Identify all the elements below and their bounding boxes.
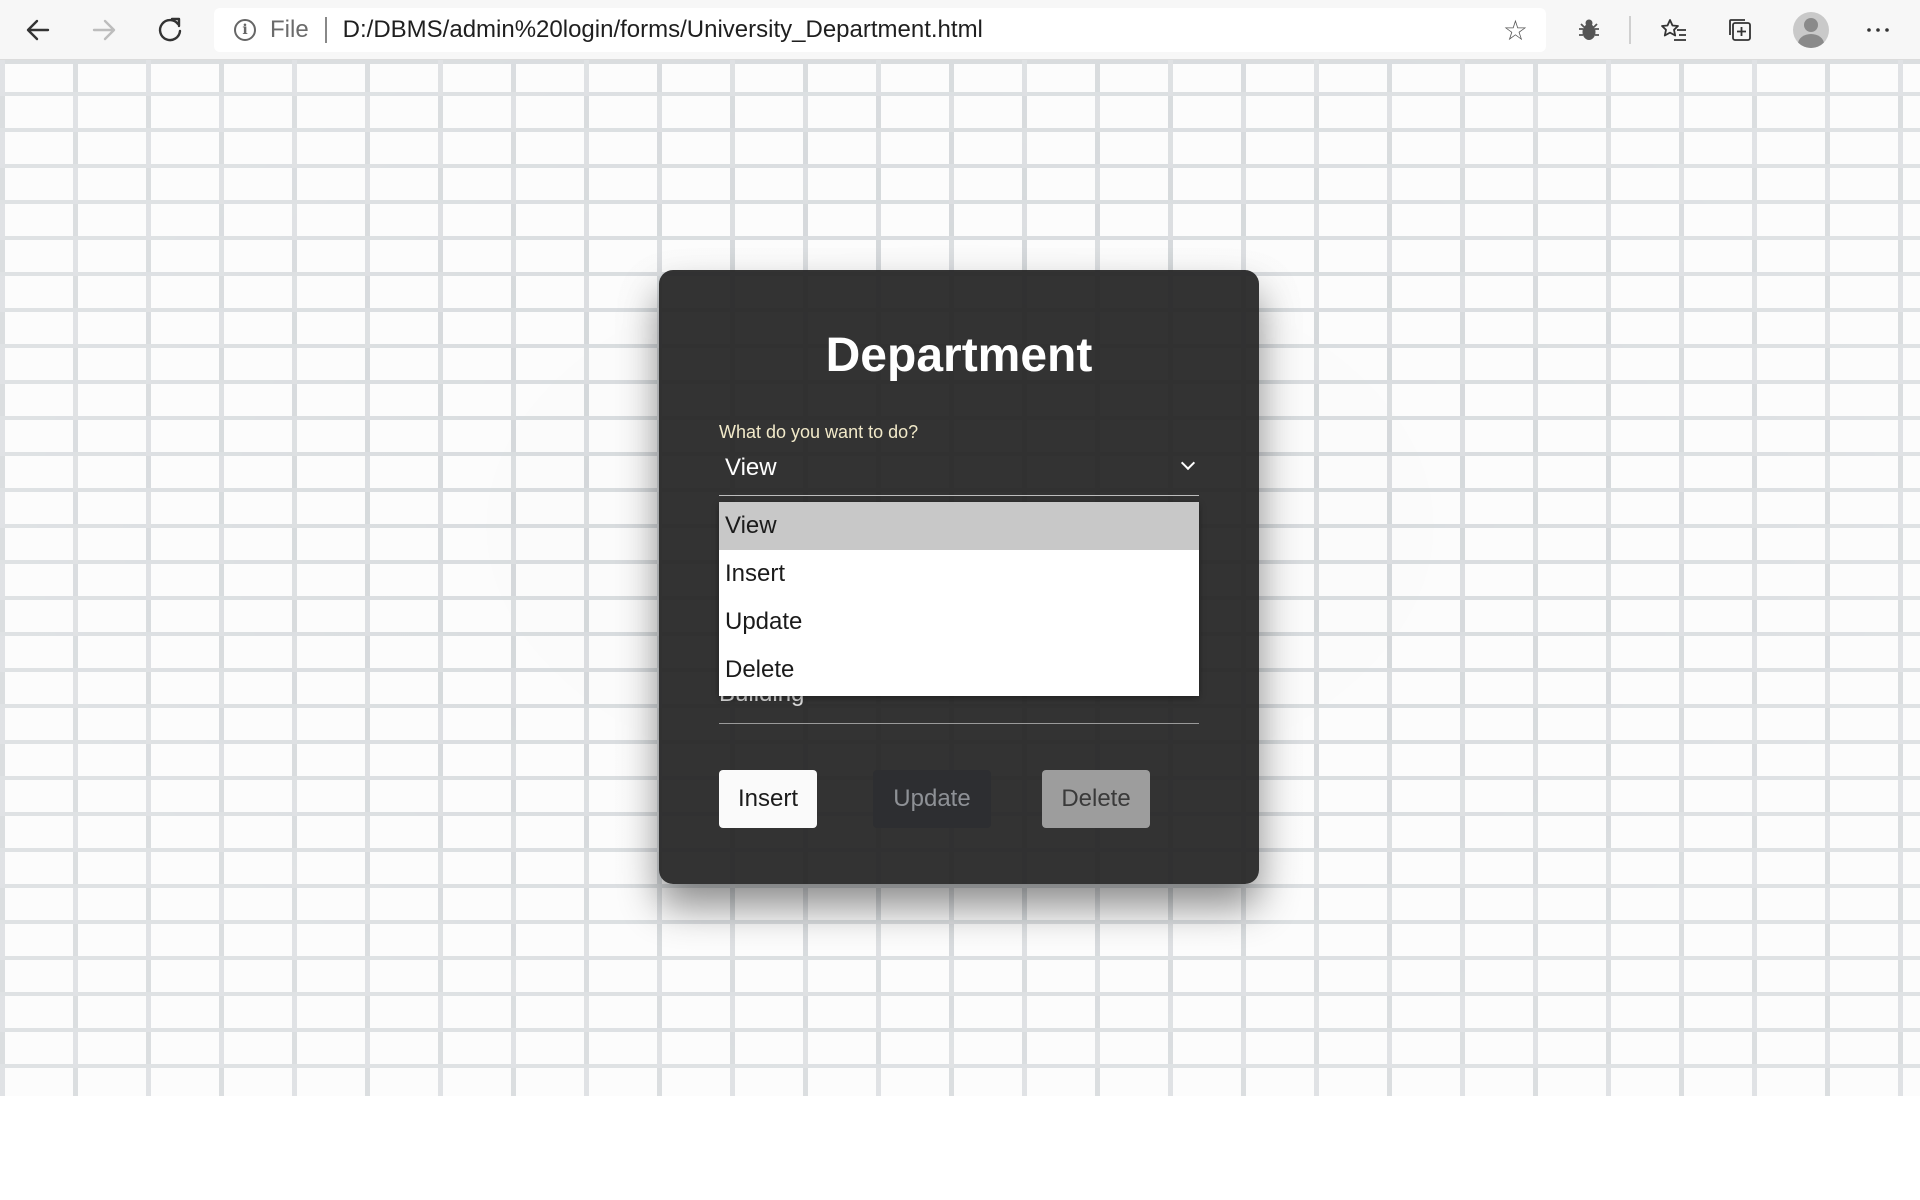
avatar-shoulders <box>1798 34 1824 48</box>
arrow-right-icon <box>92 19 116 41</box>
dropdown-option-update[interactable]: Update <box>719 598 1199 646</box>
form-title: Department <box>825 329 1093 382</box>
collections-button[interactable] <box>1720 10 1760 50</box>
update-button[interactable]: Update <box>873 770 991 828</box>
more-icon <box>1867 28 1889 32</box>
action-dropdown-list: View Insert Update Delete <box>719 502 1199 696</box>
favorites-icon <box>1661 19 1686 41</box>
info-icon[interactable]: i <box>234 19 256 41</box>
arrow-left-icon <box>26 19 50 41</box>
delete-button[interactable]: Delete <box>1042 770 1150 828</box>
refresh-icon <box>158 17 182 42</box>
address-bar[interactable]: i File D:/DBMS/admin%20login/forms/Unive… <box>214 8 1546 52</box>
back-button[interactable] <box>18 10 58 50</box>
avatar[interactable] <box>1793 12 1829 48</box>
dropdown-option-delete[interactable]: Delete <box>719 646 1199 694</box>
chevron-down-icon <box>1180 455 1196 471</box>
collections-icon <box>1729 19 1751 41</box>
action-select[interactable]: View <box>719 448 1199 496</box>
refresh-button[interactable] <box>150 10 190 50</box>
bug-icon <box>1579 19 1599 40</box>
address-separator <box>324 17 327 43</box>
avatar-head <box>1804 18 1818 32</box>
forward-button[interactable] <box>84 10 124 50</box>
browser-toolbar: i File D:/DBMS/admin%20login/forms/Unive… <box>0 0 1920 60</box>
url-scheme-label: File <box>270 16 309 43</box>
star-icon[interactable]: ☆ <box>1503 14 1528 47</box>
action-select-label: What do you want to do? <box>719 422 919 442</box>
url-text[interactable]: D:/DBMS/admin%20login/forms/University_D… <box>343 16 983 44</box>
department-form-card: Department What do you want to do? View … <box>659 270 1259 884</box>
action-select-value: View <box>725 454 777 481</box>
extension-button[interactable] <box>1569 10 1609 50</box>
toolbar-separator <box>1629 16 1631 44</box>
dropdown-option-view[interactable]: View <box>719 502 1199 550</box>
dropdown-option-insert[interactable]: Insert <box>719 550 1199 598</box>
more-menu-button[interactable] <box>1858 10 1898 50</box>
favorites-button[interactable] <box>1654 10 1694 50</box>
insert-button[interactable]: Insert <box>719 770 817 828</box>
